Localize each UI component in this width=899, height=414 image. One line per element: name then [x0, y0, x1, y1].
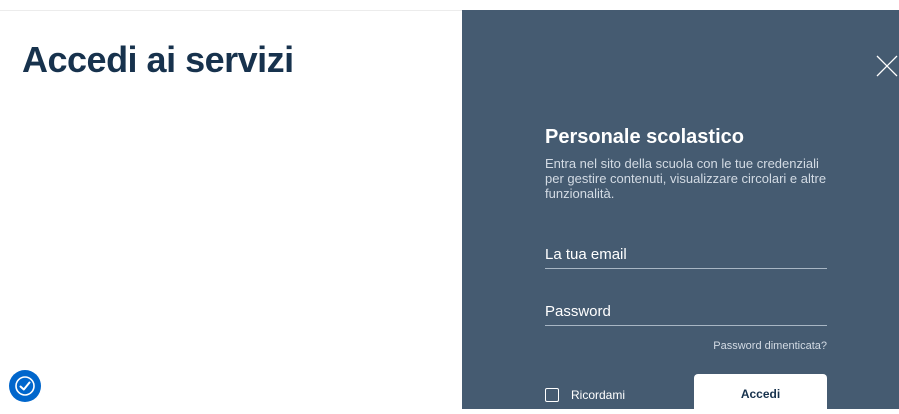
login-button[interactable]: Accedi — [694, 374, 827, 414]
accessibility-icon — [15, 376, 35, 396]
header-divider — [0, 10, 462, 11]
remember-me[interactable]: Ricordami — [545, 388, 625, 402]
page-title: Accedi ai servizi — [22, 39, 294, 80]
login-form: Personale scolastico Entra nel sito dell… — [545, 124, 827, 414]
close-icon[interactable] — [875, 54, 899, 78]
password-field-wrapper — [545, 297, 827, 326]
accessibility-button[interactable] — [9, 370, 41, 402]
forgot-password-link[interactable]: Password dimenticata? — [713, 340, 827, 352]
remember-label: Ricordami — [571, 388, 626, 402]
form-title: Personale scolastico — [545, 126, 744, 148]
password-field[interactable] — [545, 297, 827, 325]
login-panel: Personale scolastico Entra nel sito dell… — [462, 10, 899, 414]
email-field-wrapper — [545, 240, 827, 269]
form-description: Entra nel sito della scuola con le tue c… — [545, 156, 827, 201]
email-field[interactable] — [545, 240, 827, 268]
remember-checkbox[interactable] — [545, 388, 559, 402]
